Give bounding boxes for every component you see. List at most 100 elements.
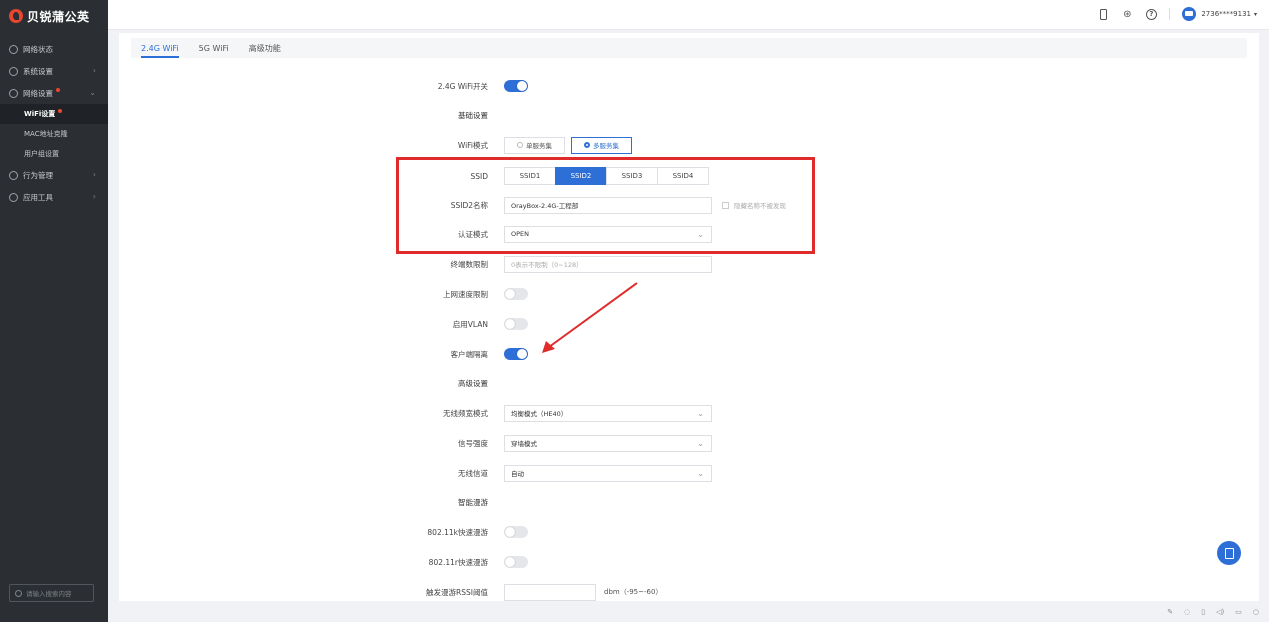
hide-ssid-checkbox[interactable] — [722, 201, 729, 209]
phone-icon-button[interactable] — [1097, 7, 1109, 21]
search-icon[interactable]: ○ — [1253, 608, 1259, 616]
settings-icon — [9, 66, 18, 76]
bandwidth-value: 均衡模式（HE40） — [511, 410, 568, 418]
document-icon — [1224, 547, 1234, 559]
speed-limit-label: 上网速度限制 — [443, 289, 488, 299]
row-bandwidth: 无线频宽模式 均衡模式（HE40） ⌄ — [119, 403, 1259, 423]
ssid-name-input[interactable]: OrayBox-2.4G-工程部 — [504, 196, 712, 214]
top-actions: ⊛ ? 2736****9131 ▾ — [1097, 7, 1257, 21]
system-tray: ✎ ◌ ▯ ◁) ▭ ○ — [1167, 603, 1259, 621]
notification-dot — [58, 109, 63, 113]
user-menu[interactable]: 2736****9131 ▾ — [1182, 7, 1257, 21]
channel-label: 无线信道 — [458, 468, 488, 478]
80211r-label: 802.11r快速漫游 — [428, 557, 488, 567]
ssid3-button[interactable]: SSID3 — [606, 167, 658, 185]
divider — [1169, 8, 1171, 20]
main-content: 2.4G WiFi 5G WiFi 高级功能 2.4G WiFi开关 基础设置 … — [119, 33, 1259, 601]
row-auth-mode: 认证模式 OPEN ⌄ — [119, 224, 1259, 244]
wifi-mode-single-label: 单服务集 — [526, 142, 552, 150]
row-ssid-name: SSID2名称 OrayBox-2.4G-工程部 隐藏名称不被发现 — [119, 195, 1259, 215]
tab-advanced[interactable]: 高级功能 — [239, 38, 291, 58]
tools-icon — [9, 192, 18, 202]
chevron-down-icon: ⌄ — [697, 408, 704, 418]
sidebar-subitem-user-groups[interactable]: 用户组设置 — [0, 144, 108, 164]
share-icon[interactable]: ⊛ — [1121, 7, 1133, 21]
tab-2g-wifi[interactable]: 2.4G WiFi — [131, 38, 189, 58]
brand-logo[interactable]: 贝锐蒲公英 — [0, 0, 108, 32]
sidebar-item-behavior-management[interactable]: 行为管理 › — [0, 164, 108, 186]
client-limit-input[interactable]: 0表示不限制（0~128） — [504, 255, 712, 273]
sidebar-item-network-settings[interactable]: 网络设置 ⌄ — [0, 82, 108, 104]
battery-icon[interactable]: ▯ — [1201, 608, 1205, 616]
sidebar-search-input[interactable]: 请输入搜索内容 — [9, 584, 94, 602]
chevron-down-icon: ⌄ — [697, 229, 704, 239]
help-icon-button[interactable]: ? — [1145, 7, 1157, 21]
behavior-icon — [9, 170, 18, 180]
80211k-toggle[interactable] — [504, 526, 528, 538]
sidebar-nav: 网络状态 系统设置 › 网络设置 ⌄ WiFi设置 MAC地址克隆 用户组设置 … — [0, 38, 108, 208]
wifi-switch-toggle[interactable] — [504, 80, 528, 92]
ssid-name-label: SSID2名称 — [450, 200, 488, 210]
sidebar-item-label: 应用工具 — [23, 192, 53, 202]
basic-section-title: 基础设置 — [458, 110, 488, 120]
channel-select[interactable]: 自动 ⌄ — [504, 464, 712, 482]
speed-limit-toggle[interactable] — [504, 288, 528, 300]
rssi-label: 触发漫游RSSI阈值 — [426, 587, 488, 597]
auth-mode-select[interactable]: OPEN ⌄ — [504, 225, 712, 243]
signal-select[interactable]: 穿墙模式 ⌄ — [504, 434, 712, 452]
caret-down-icon: ▾ — [1253, 10, 1257, 18]
globe-icon — [9, 44, 18, 54]
vlan-toggle[interactable] — [504, 318, 528, 330]
rssi-unit: dbm（-95~-60） — [604, 588, 663, 596]
floating-doc-button[interactable] — [1217, 541, 1241, 565]
sidebar-item-network-status[interactable]: 网络状态 — [0, 38, 108, 60]
advanced-section-title: 高级设置 — [458, 378, 488, 388]
row-rssi: 触发漫游RSSI阈值 dbm（-95~-60） — [119, 582, 1259, 601]
hide-ssid-option[interactable]: 隐藏名称不被发现 — [722, 200, 786, 210]
chat-icon[interactable]: ▭ — [1235, 608, 1242, 616]
row-vlan: 启用VLAN — [119, 314, 1259, 334]
wifi-switch-label: 2.4G WiFi开关 — [437, 81, 488, 91]
pen-icon[interactable]: ✎ — [1167, 608, 1173, 616]
row-channel: 无线信道 自动 ⌄ — [119, 463, 1259, 483]
roaming-section-title: 智能漫游 — [458, 497, 488, 507]
phone-icon — [1099, 8, 1107, 20]
ssid4-button[interactable]: SSID4 — [657, 167, 709, 185]
sidebar-item-label: 网络状态 — [23, 44, 53, 54]
top-bar: ⊛ ? 2736****9131 ▾ — [108, 0, 1269, 30]
chevron-right-icon: › — [92, 66, 96, 75]
client-limit-label: 终端数限制 — [450, 259, 489, 269]
bell-icon[interactable]: ◌ — [1184, 608, 1190, 616]
sidebar-subitem-label: MAC地址克隆 — [24, 130, 68, 138]
ssid1-button[interactable]: SSID1 — [504, 167, 556, 185]
chevron-down-icon: ⌄ — [697, 468, 704, 478]
sidebar-item-system-settings[interactable]: 系统设置 › — [0, 60, 108, 82]
row-client-limit: 终端数限制 0表示不限制（0~128） — [119, 254, 1259, 274]
ssid2-button[interactable]: SSID2 — [555, 167, 607, 185]
row-signal: 信号强度 穿墙模式 ⌄ — [119, 433, 1259, 453]
volume-icon[interactable]: ◁) — [1216, 608, 1224, 616]
ssid-segmented-control: SSID1 SSID2 SSID3 SSID4 — [504, 167, 709, 185]
auth-mode-label: 认证模式 — [458, 229, 488, 239]
notification-dot — [56, 88, 60, 92]
sidebar-subitem-mac-clone[interactable]: MAC地址克隆 — [0, 124, 108, 144]
channel-value: 自动 — [511, 470, 524, 478]
rssi-input[interactable] — [504, 583, 596, 601]
client-isolation-toggle[interactable] — [504, 348, 528, 360]
sidebar-subitem-wifi-settings[interactable]: WiFi设置 — [0, 104, 108, 124]
wifi-mode-multi-option[interactable]: 多服务集 — [571, 136, 632, 154]
wifi-mode-label: WiFi模式 — [457, 140, 488, 150]
sidebar-item-label: 网络设置 — [23, 88, 53, 98]
sidebar-item-app-tools[interactable]: 应用工具 › — [0, 186, 108, 208]
row-ssid: SSID SSID1 SSID2 SSID3 SSID4 — [119, 166, 1259, 186]
signal-value: 穿墙模式 — [511, 440, 537, 448]
wifi-mode-single-option[interactable]: 单服务集 — [504, 136, 565, 154]
80211k-label: 802.11k快速漫游 — [427, 527, 488, 537]
network-icon — [9, 88, 18, 98]
row-wifi-switch: 2.4G WiFi开关 — [119, 76, 1259, 96]
bandwidth-select[interactable]: 均衡模式（HE40） ⌄ — [504, 404, 712, 422]
search-icon — [15, 589, 22, 597]
tab-5g-wifi[interactable]: 5G WiFi — [189, 38, 239, 58]
80211r-toggle[interactable] — [504, 556, 528, 568]
client-isolation-label: 客户端隔离 — [450, 349, 489, 359]
